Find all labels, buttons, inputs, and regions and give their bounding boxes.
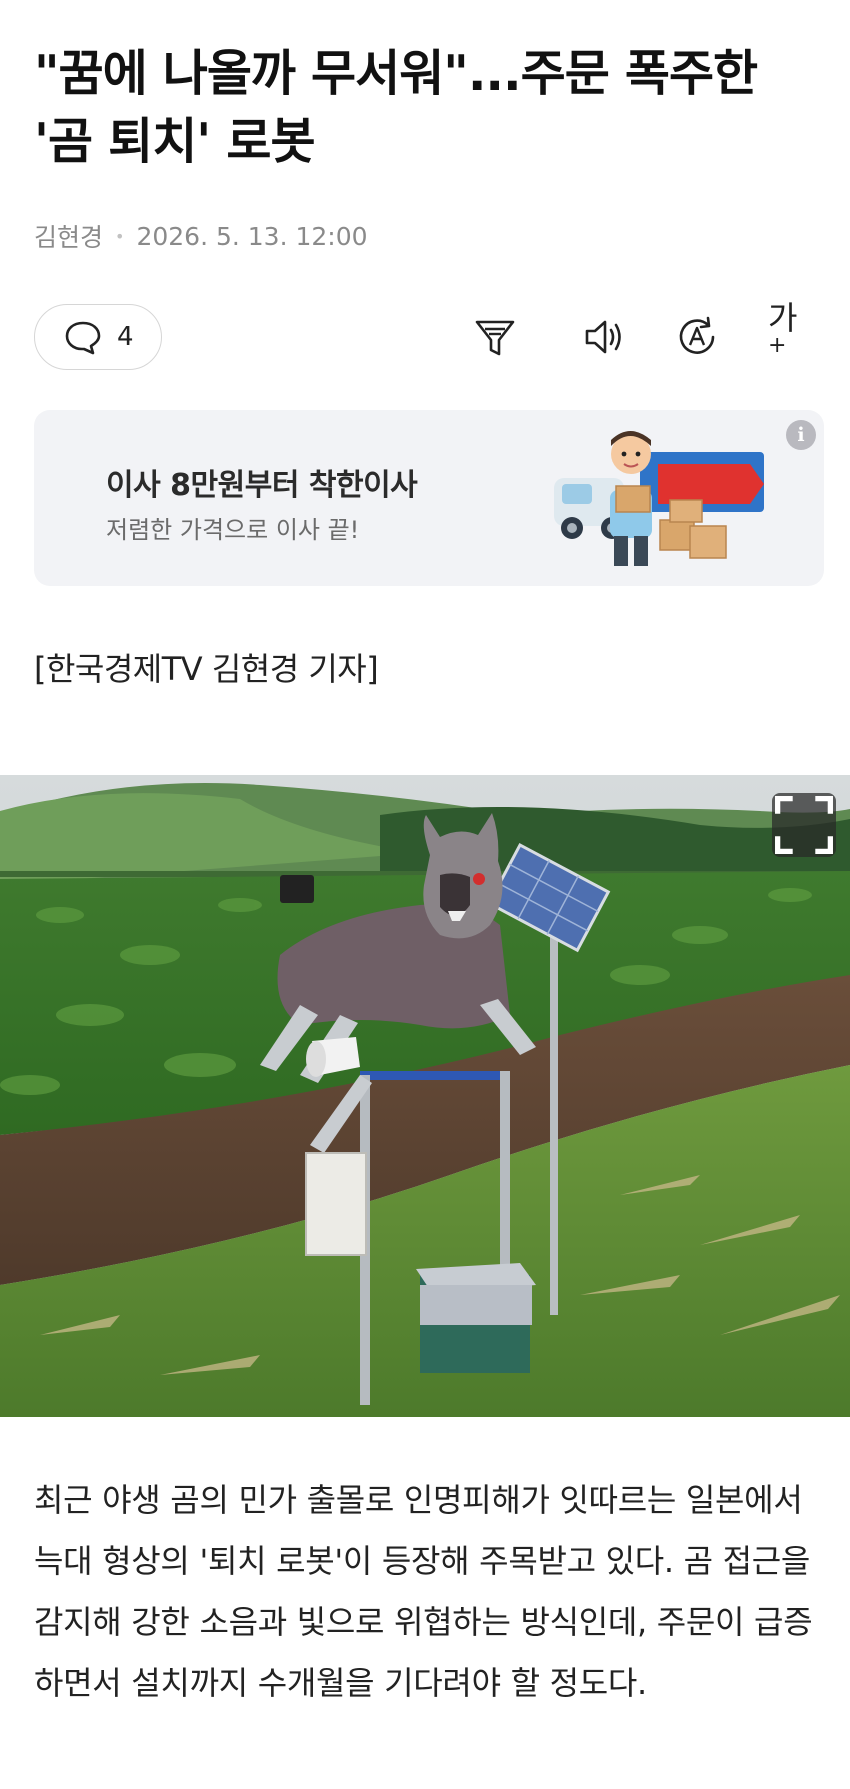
ad-banner[interactable]: 이사 8만원부터 착한이사 저렴한 가격으로 이사 끝! i bbox=[34, 410, 824, 586]
article-toolbar: 4 가+ bbox=[34, 299, 824, 370]
ad-title[interactable]: 이사 8만원부터 착한이사 bbox=[106, 460, 418, 504]
comment-count: 4 bbox=[117, 322, 134, 352]
audio-speaker-icon bbox=[585, 320, 621, 354]
article-photo[interactable] bbox=[0, 775, 850, 1417]
summary-filter-icon bbox=[475, 320, 515, 356]
reporter-credit: [한국경제TV 김현경 기자] bbox=[34, 650, 379, 688]
byline-separator: • bbox=[115, 226, 125, 246]
font-size-button[interactable]: 가+ bbox=[768, 299, 814, 358]
ad-info-icon[interactable]: i bbox=[786, 420, 816, 450]
article-body: 최근 야생 곰의 민가 출몰로 인명피해가 잇따르는 일본에서 늑대 형상의 '… bbox=[34, 1481, 813, 1702]
translate-icon bbox=[679, 316, 715, 354]
expand-photo-button[interactable] bbox=[772, 793, 836, 857]
font-size-icon: 가+ bbox=[768, 298, 798, 358]
author-name[interactable]: 김현경 bbox=[34, 218, 103, 254]
translate-button[interactable] bbox=[674, 314, 720, 360]
ad-subtitle: 저렴한 가격으로 이사 끝! bbox=[106, 516, 360, 544]
comment-button[interactable]: 4 bbox=[34, 304, 162, 370]
article-headline: "꿈에 나올까 무서워"...주문 폭주한 '곰 퇴치' 로봇 bbox=[34, 45, 758, 170]
publish-date: 2026. 5. 13. 12:00 bbox=[136, 221, 368, 251]
wolf-robot-photo bbox=[0, 775, 850, 1417]
moving-illustration bbox=[554, 431, 764, 566]
summary-button[interactable] bbox=[472, 314, 518, 360]
fullscreen-expand-icon bbox=[775, 796, 833, 854]
byline: 김현경 • 2026. 5. 13. 12:00 bbox=[34, 218, 368, 254]
listen-button[interactable] bbox=[582, 314, 628, 360]
comment-icon bbox=[65, 321, 101, 355]
